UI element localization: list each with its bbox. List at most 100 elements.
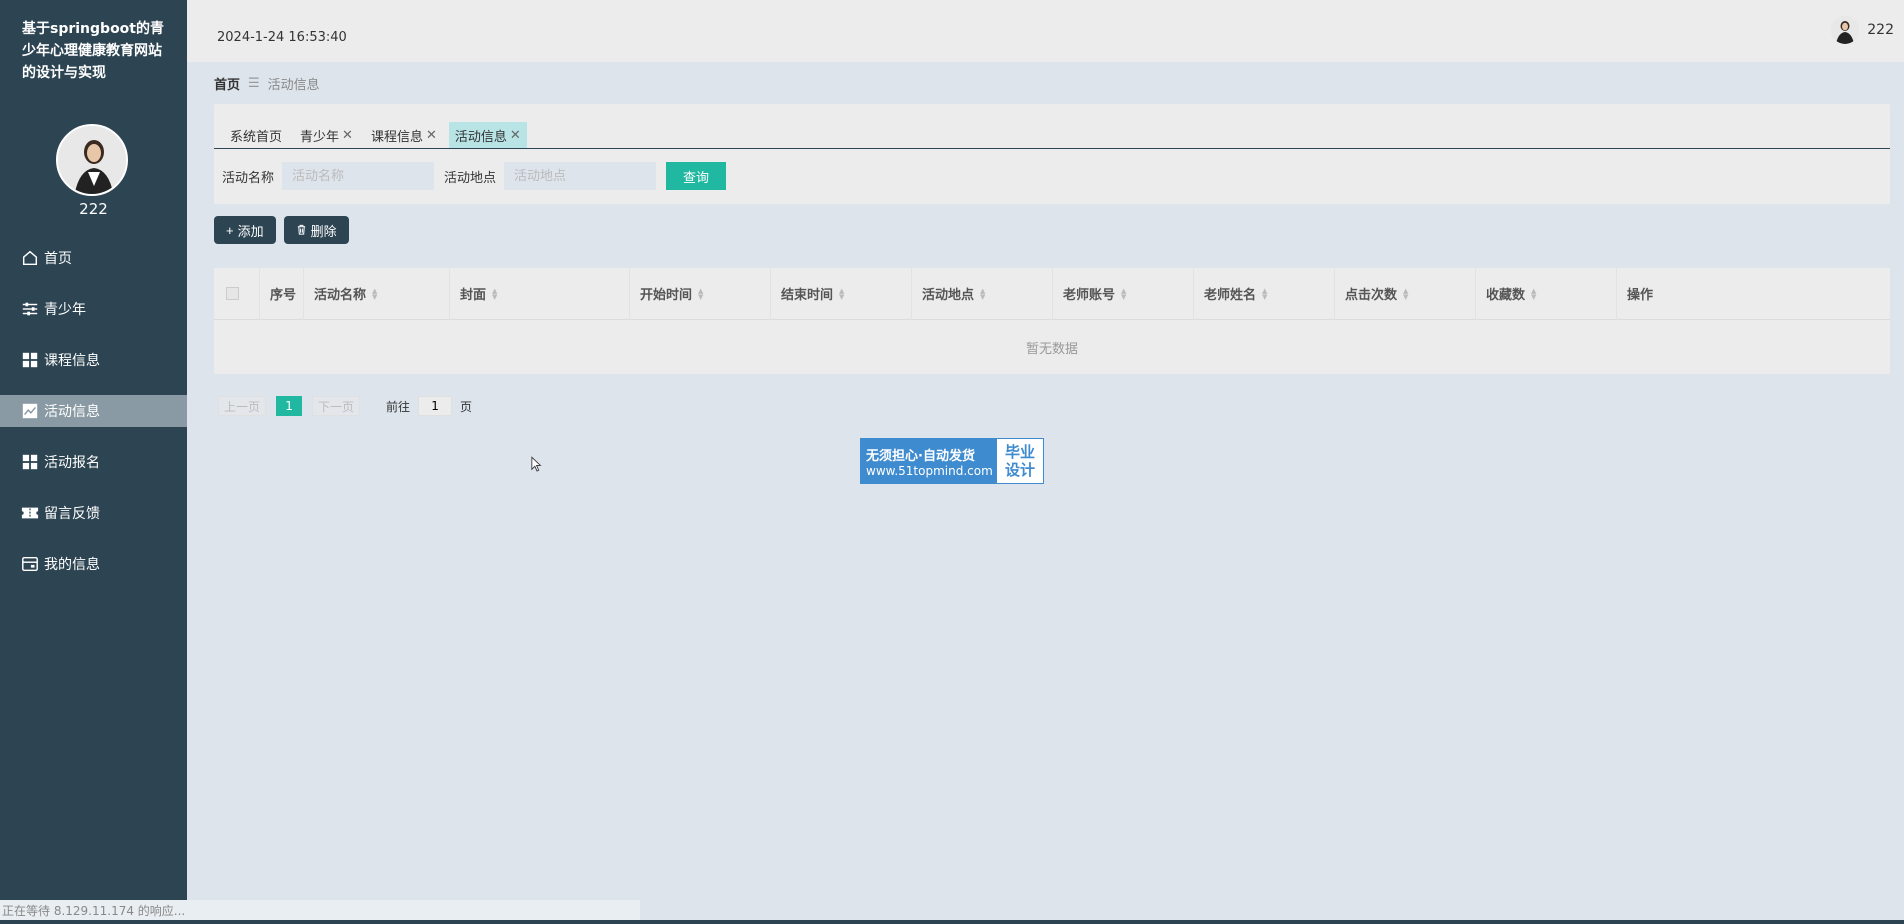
column-label: 活动名称 <box>314 288 367 303</box>
header-avatar[interactable] <box>1831 16 1860 44</box>
column-header-favorites[interactable]: 收藏数 ▲ ▼ <box>1476 267 1617 320</box>
select-all-cell <box>214 267 260 320</box>
header-datetime: 2024-1-24 16:53:40 <box>217 30 347 45</box>
column-header-end-time[interactable]: 结束时间 ▲ ▼ <box>771 267 912 320</box>
sidebar-item-feedback[interactable]: 留言反馈 <box>0 497 187 529</box>
sidebar-menu: 首页 青少年 课程信息 活动信息 活动报名 留言反馈 我的信息 <box>0 242 187 599</box>
column-label: 老师账号 <box>1063 288 1116 303</box>
sidebar-item-profile[interactable]: 我的信息 <box>0 548 187 580</box>
column-label: 序号 <box>270 288 297 303</box>
prev-page-button[interactable]: 上一页 <box>218 396 267 416</box>
column-header-teacher-name[interactable]: 老师姓名 ▲ ▼ <box>1194 267 1335 320</box>
close-icon[interactable]: ✕ <box>426 128 437 143</box>
ticket-icon <box>20 503 40 523</box>
sidebar-item-home[interactable]: 首页 <box>0 242 187 274</box>
action-bar: + 添加 删除 <box>214 216 349 244</box>
tab-label: 系统首页 <box>230 129 283 145</box>
sliders-icon <box>20 299 40 319</box>
sidebar-item-label: 活动报名 <box>44 455 100 471</box>
tab-label: 活动信息 <box>454 129 507 145</box>
sidebar-item-label: 留言反馈 <box>44 506 100 522</box>
activity-location-label: 活动地点 <box>444 170 497 186</box>
sort-icon[interactable]: ▲ ▼ <box>698 287 703 300</box>
tab-bar: 系统首页 青少年 ✕ 课程信息 ✕ 活动信息 ✕ <box>224 122 527 148</box>
top-header: 2024-1-24 16:53:40 222 <box>187 0 1904 62</box>
column-label: 收藏数 <box>1486 288 1526 303</box>
sidebar-item-courses[interactable]: 课程信息 <box>0 344 187 376</box>
activity-table: 序号 活动名称 ▲ ▼ 封面 ▲ ▼ 开始时间 ▲ ▼ 结束时间 ▲ ▼ 活动地点 ▲ ▼… <box>214 267 1890 374</box>
banner-right: 毕业 设计 <box>997 439 1043 483</box>
column-label: 结束时间 <box>781 288 834 303</box>
sort-icon[interactable]: ▲ ▼ <box>372 287 377 300</box>
breadcrumb-home[interactable]: 首页 <box>214 74 240 93</box>
activity-name-label: 活动名称 <box>222 170 275 186</box>
sidebar-item-signup[interactable]: 活动报名 <box>0 446 187 478</box>
add-button-label: 添加 <box>237 223 264 239</box>
sidebar-username: 222 <box>79 200 108 218</box>
column-header-actions: 操作 <box>1617 268 1890 320</box>
chart-icon <box>20 401 40 421</box>
tab-label: 课程信息 <box>370 129 423 145</box>
home-icon <box>20 248 40 268</box>
breadcrumb-current: 活动信息 <box>267 78 320 93</box>
card-icon <box>20 554 40 574</box>
goto-page-input[interactable] <box>418 396 453 416</box>
sort-icon[interactable]: ▲ ▼ <box>1121 287 1126 300</box>
trash-icon <box>296 223 307 238</box>
sort-icon[interactable]: ▲ ▼ <box>1262 287 1267 300</box>
watermark-banner: 无须担心·自动发货 www.51topmind.com 毕业 设计 <box>860 438 1044 484</box>
close-icon[interactable]: ✕ <box>342 128 353 143</box>
breadcrumb-separator: ☰ <box>248 76 260 91</box>
select-all-checkbox[interactable] <box>226 287 239 300</box>
column-header-clicks[interactable]: 点击次数 ▲ ▼ <box>1335 267 1476 320</box>
header-user[interactable]: 222 <box>1831 16 1894 44</box>
column-header-start-time[interactable]: 开始时间 ▲ ▼ <box>630 267 771 320</box>
column-label: 封面 <box>460 288 487 303</box>
column-label: 点击次数 <box>1345 288 1398 303</box>
column-header-cover[interactable]: 封面 ▲ ▼ <box>450 267 630 320</box>
add-button[interactable]: + 添加 <box>214 216 276 244</box>
sort-icon[interactable]: ▲ ▼ <box>980 287 985 300</box>
sort-icon[interactable]: ▲ ▼ <box>1531 287 1536 300</box>
search-row: 活动名称 活动地点 查询 <box>222 162 727 190</box>
column-header-index: 序号 <box>260 267 304 320</box>
tab-youth[interactable]: 青少年 ✕ <box>294 122 359 148</box>
next-page-button[interactable]: 下一页 <box>312 396 361 416</box>
sort-icon[interactable]: ▲ ▼ <box>839 287 844 300</box>
column-header-location[interactable]: 活动地点 ▲ ▼ <box>912 267 1053 320</box>
goto-label: 前往 <box>386 399 411 414</box>
tab-activities[interactable]: 活动信息 ✕ <box>448 122 527 148</box>
sidebar-item-label: 活动信息 <box>44 404 100 420</box>
delete-button[interactable]: 删除 <box>283 216 349 244</box>
grid-icon <box>20 350 40 370</box>
close-icon[interactable]: ✕ <box>510 128 521 143</box>
goto-page: 前往 页 <box>386 396 472 416</box>
column-label: 操作 <box>1627 288 1654 303</box>
tab-courses[interactable]: 课程信息 ✕ <box>364 122 443 148</box>
sidebar-item-youth[interactable]: 青少年 <box>0 293 187 325</box>
sidebar-item-label: 课程信息 <box>44 353 100 369</box>
tab-divider <box>214 148 1890 149</box>
page-suffix: 页 <box>460 399 473 414</box>
bottom-strip <box>0 920 1904 924</box>
column-header-name[interactable]: 活动名称 ▲ ▼ <box>304 267 450 320</box>
header-username: 222 <box>1867 22 1894 38</box>
site-title: 基于springboot的青少年心理健康教育网站的设计与实现 <box>22 21 164 81</box>
tab-system-home[interactable]: 系统首页 <box>224 122 289 148</box>
query-button[interactable]: 查询 <box>666 162 727 190</box>
sort-icon[interactable]: ▲ ▼ <box>1403 287 1408 300</box>
column-label: 活动地点 <box>922 288 975 303</box>
sidebar-avatar <box>56 124 128 196</box>
sidebar-item-activities[interactable]: 活动信息 <box>0 395 187 427</box>
delete-button-label: 删除 <box>310 223 337 239</box>
activity-location-input[interactable] <box>504 162 657 190</box>
sort-icon[interactable]: ▲ ▼ <box>492 287 497 300</box>
banner-line1: 无须担心·自动发货 <box>866 448 975 464</box>
mouse-cursor-icon <box>531 456 543 478</box>
activity-name-input[interactable] <box>282 162 435 190</box>
page-number-1[interactable]: 1 <box>276 396 303 416</box>
banner-right1: 毕业 <box>1004 443 1035 461</box>
banner-left: 无须担心·自动发货 www.51topmind.com <box>861 439 997 483</box>
tab-label: 青少年 <box>300 129 340 145</box>
column-header-teacher-account[interactable]: 老师账号 ▲ ▼ <box>1053 267 1194 320</box>
